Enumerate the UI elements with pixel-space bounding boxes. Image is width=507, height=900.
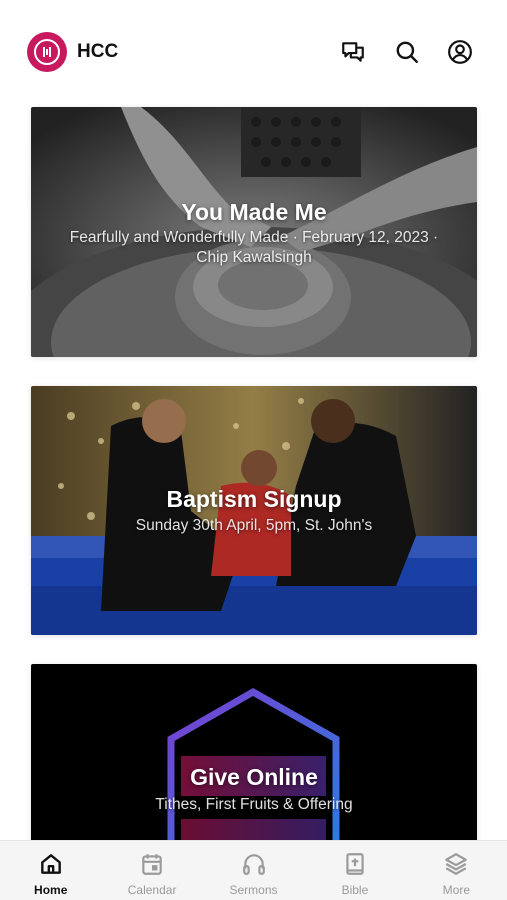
event-card[interactable]: Baptism Signup Sunday 30th April, 5pm, S… bbox=[31, 386, 477, 635]
tab-label: Calendar bbox=[127, 883, 177, 897]
layers-icon bbox=[445, 853, 468, 875]
giving-image bbox=[31, 664, 477, 854]
tab-label: Sermons bbox=[229, 883, 278, 897]
card-title: Give Online bbox=[190, 764, 318, 790]
sermon-card[interactable]: You Made Me Fearfully and Wonderfully Ma… bbox=[31, 107, 477, 357]
tab-more[interactable]: More bbox=[406, 841, 507, 900]
home-icon bbox=[40, 854, 61, 874]
church-logo[interactable] bbox=[27, 32, 67, 72]
giving-card[interactable]: Give Online Tithes, First Fruits & Offer… bbox=[31, 664, 477, 854]
app-header: HCC bbox=[0, 0, 507, 100]
tab-label: Bible bbox=[341, 883, 369, 897]
bible-icon bbox=[346, 853, 364, 875]
logo-mark-icon bbox=[34, 39, 60, 65]
calendar-icon bbox=[142, 854, 162, 875]
card-title: Baptism Signup bbox=[166, 486, 342, 512]
tab-home[interactable]: Home bbox=[0, 841, 101, 900]
tab-label: Home bbox=[34, 883, 68, 897]
tab-label: More bbox=[442, 883, 470, 897]
headphones-icon bbox=[242, 854, 265, 875]
card-subtitle: Fearfully and Wonderfully Made · Februar… bbox=[69, 229, 439, 266]
app-name: HCC bbox=[77, 41, 119, 62]
search-icon[interactable] bbox=[392, 37, 422, 67]
bottom-tab-bar: Home Calendar Sermons Bible More bbox=[0, 840, 507, 900]
card-subtitle: Sunday 30th April, 5pm, St. John's bbox=[135, 517, 373, 534]
profile-icon[interactable] bbox=[445, 37, 475, 67]
tab-calendar[interactable]: Calendar bbox=[101, 841, 202, 900]
chat-icon[interactable] bbox=[338, 37, 368, 67]
tab-sermons[interactable]: Sermons bbox=[203, 841, 304, 900]
card-subtitle: Tithes, First Fruits & Offering bbox=[155, 796, 353, 813]
tab-bible[interactable]: Bible bbox=[304, 841, 405, 900]
card-title: You Made Me bbox=[181, 199, 327, 225]
